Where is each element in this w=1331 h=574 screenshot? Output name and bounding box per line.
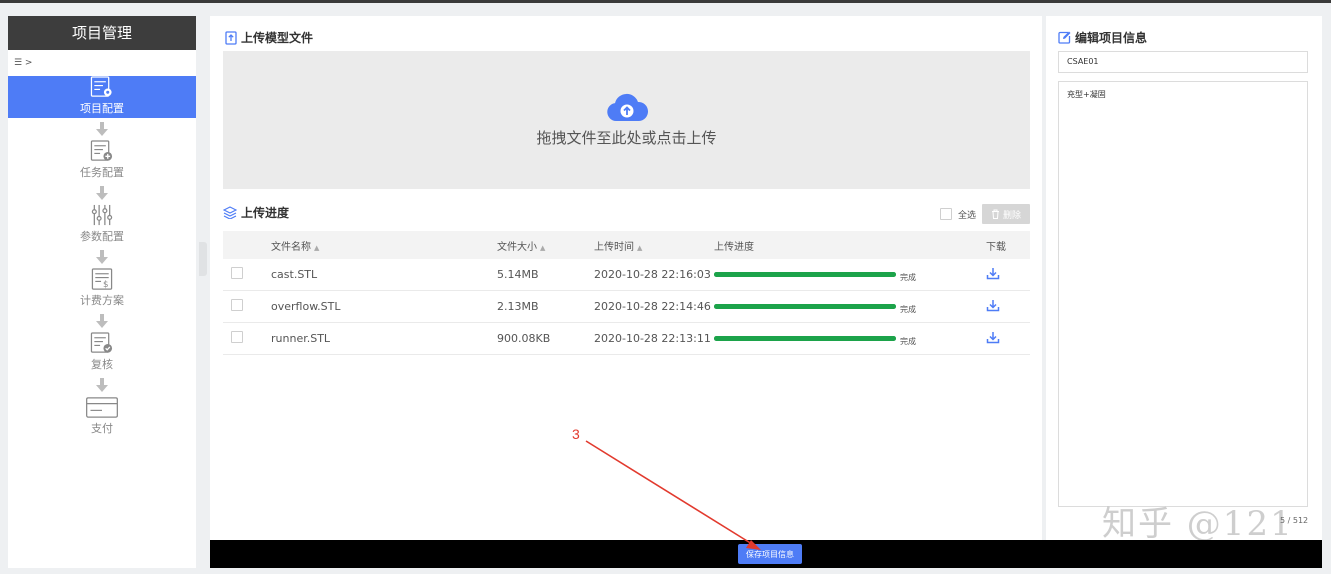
form-plus-icon xyxy=(90,140,113,161)
progress-bar xyxy=(714,304,896,309)
row-checkbox[interactable] xyxy=(231,331,243,343)
arrow-down-icon xyxy=(8,374,196,396)
upload-section-title: 上传模型文件 xyxy=(225,29,313,46)
progress-section-title: 上传进度 xyxy=(223,204,289,221)
annotation-number: 3 xyxy=(572,426,580,442)
save-project-button[interactable]: 保存项目信息 xyxy=(738,544,802,564)
progress-bar xyxy=(714,336,896,341)
step-project-config[interactable]: 项目配置 xyxy=(8,76,196,118)
sidebar-collapse-handle[interactable] xyxy=(199,242,207,276)
cloud-upload-icon xyxy=(606,93,648,121)
arrow-down-icon xyxy=(8,118,196,140)
file-size: 5.14MB xyxy=(497,268,539,281)
table-row: overflow.STL 2.13MB 2020-10-28 22:14:46 … xyxy=(223,291,1030,323)
form-gear-icon xyxy=(90,76,112,97)
table-header: 文件名称 ▲ 文件大小 ▲ 上传时间 ▲ 上传进度 下载 xyxy=(223,231,1030,259)
edit-section-title: 编辑项目信息 xyxy=(1058,29,1147,46)
progress-status: 完成 xyxy=(900,337,916,346)
arrow-down-icon xyxy=(8,246,196,268)
step-payment[interactable]: 支付 xyxy=(8,396,196,438)
select-all-label: 全选 xyxy=(957,210,976,221)
progress-bar xyxy=(714,272,896,277)
table-row: runner.STL 900.08KB 2020-10-28 22:13:11 … xyxy=(223,323,1030,355)
progress-status: 完成 xyxy=(900,273,916,282)
table-row: cast.STL 5.14MB 2020-10-28 22:16:03 完成 xyxy=(223,259,1030,291)
watermark: 知乎 @121 xyxy=(1102,504,1294,544)
col-file-size[interactable]: 文件大小 ▲ xyxy=(497,238,594,253)
upload-time: 2020-10-28 22:14:46 xyxy=(594,300,711,313)
sidebar: 项目管理 ☰ > 项目配置 任务配置 参数配置 $ 计费方案 复核 支付 xyxy=(8,16,196,568)
main-panel: 上传模型文件 拖拽文件至此处或点击上传 上传进度 全选 删除 文件名称 ▲ 文件… xyxy=(210,16,1042,540)
sidebar-title: 项目管理 xyxy=(8,16,196,50)
step-param-config[interactable]: 参数配置 xyxy=(8,204,196,246)
progress-toolbar: 全选 删除 xyxy=(939,204,1030,224)
step-label: 支付 xyxy=(91,422,113,435)
step-label: 复核 xyxy=(91,358,113,371)
step-label: 参数配置 xyxy=(80,230,124,243)
project-name-input[interactable]: CSAE01 xyxy=(1058,51,1308,73)
layers-icon xyxy=(223,206,237,219)
char-counter: 5 / 512 xyxy=(1280,516,1309,525)
step-label: 项目配置 xyxy=(80,102,124,115)
file-name: overflow.STL xyxy=(271,300,341,313)
form-check-icon xyxy=(90,332,113,353)
col-upload-progress: 上传进度 xyxy=(714,241,754,253)
project-description-textarea[interactable]: 充型+凝固 xyxy=(1058,81,1308,507)
step-task-config[interactable]: 任务配置 xyxy=(8,140,196,182)
step-label: 任务配置 xyxy=(80,166,124,179)
file-size: 2.13MB xyxy=(497,300,539,313)
step-label: 计费方案 xyxy=(80,294,124,307)
upload-time: 2020-10-28 22:13:11 xyxy=(594,332,711,345)
edit-icon xyxy=(1058,31,1071,44)
top-border xyxy=(0,0,1331,3)
row-checkbox[interactable] xyxy=(231,267,243,279)
step-list: 项目配置 任务配置 参数配置 $ 计费方案 复核 支付 xyxy=(8,76,196,438)
step-billing[interactable]: $ 计费方案 xyxy=(8,268,196,310)
download-icon[interactable] xyxy=(986,331,1000,344)
file-size: 900.08KB xyxy=(497,332,551,345)
arrow-down-icon xyxy=(8,182,196,204)
col-file-name[interactable]: 文件名称 ▲ xyxy=(271,238,497,253)
billing-doc-icon: $ xyxy=(91,268,113,290)
svg-text:$: $ xyxy=(103,280,108,290)
col-upload-time[interactable]: 上传时间 ▲ xyxy=(594,238,714,253)
row-checkbox[interactable] xyxy=(231,299,243,311)
delete-button[interactable]: 删除 xyxy=(982,204,1030,224)
upload-time: 2020-10-28 22:16:03 xyxy=(594,268,711,281)
file-name: cast.STL xyxy=(271,268,318,281)
card-icon xyxy=(86,397,118,418)
download-icon[interactable] xyxy=(986,267,1000,280)
download-icon[interactable] xyxy=(986,299,1000,312)
sidebar-menu-toggle[interactable]: ☰ > xyxy=(8,50,196,76)
upload-table: 文件名称 ▲ 文件大小 ▲ 上传时间 ▲ 上传进度 下载 cast.STL 5.14M… xyxy=(223,231,1030,355)
file-name: runner.STL xyxy=(271,332,331,345)
edit-panel: 编辑项目信息 CSAE01 充型+凝固 xyxy=(1046,16,1322,540)
col-download: 下载 xyxy=(986,241,1006,253)
progress-status: 完成 xyxy=(900,305,916,314)
trash-icon xyxy=(991,209,999,219)
upload-file-icon xyxy=(225,30,237,45)
dropzone-text: 拖拽文件至此处或点击上传 xyxy=(536,128,717,147)
upload-dropzone[interactable]: 拖拽文件至此处或点击上传 xyxy=(223,51,1030,189)
sliders-icon xyxy=(91,204,113,226)
step-review[interactable]: 复核 xyxy=(8,332,196,374)
arrow-down-icon xyxy=(8,310,196,332)
select-all-checkbox[interactable] xyxy=(939,208,952,220)
